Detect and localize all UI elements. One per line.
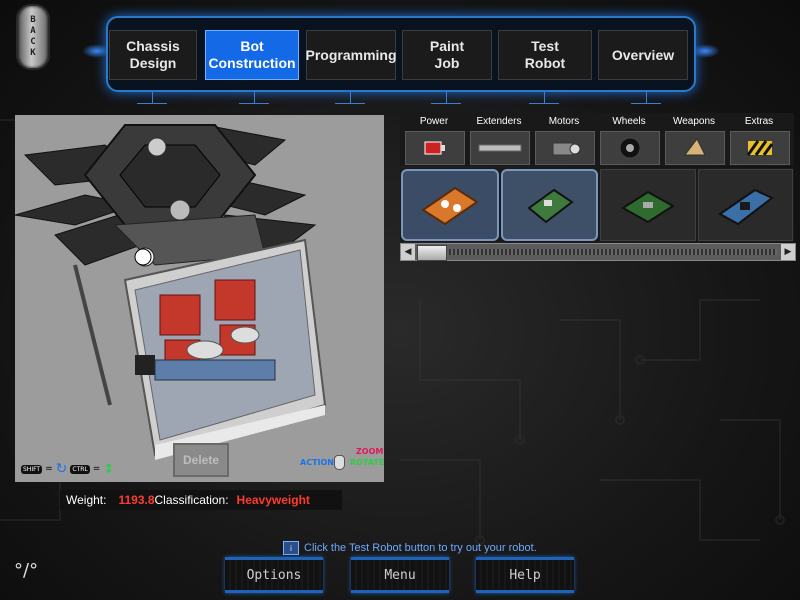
action-label: ACTION: [300, 458, 334, 467]
category-label: Power: [419, 116, 449, 127]
vertical-arrow-icon: ↕: [103, 461, 115, 477]
parts-item-list: [400, 168, 794, 242]
extender-bar-icon: [470, 131, 530, 165]
wheel-icon: [600, 131, 660, 165]
options-button[interactable]: Options: [225, 557, 323, 593]
weapon-icon: [665, 131, 725, 165]
hint-icon: i: [283, 541, 299, 555]
robot-viewport[interactable]: SHIFT = ↻ CTRL = ↕ Delete ZOOM ACTION RO…: [15, 115, 384, 482]
hint-text: Click the Test Robot button to try out y…: [304, 542, 537, 554]
category-extras[interactable]: Extras: [727, 113, 791, 166]
battery-icon: [405, 131, 465, 165]
nav-connector-foot: [431, 103, 461, 104]
back-button[interactable]: BACK: [16, 4, 50, 70]
mouse-icon: [334, 455, 345, 470]
part-orange-battery-pack[interactable]: [401, 169, 499, 241]
shift-key: SHIFT: [21, 464, 43, 474]
help-button[interactable]: Help: [476, 557, 574, 593]
status-hint: i Click the Test Robot button to try out…: [283, 541, 537, 555]
tab-bot-construction[interactable]: Bot Construction: [205, 30, 299, 80]
category-extenders[interactable]: Extenders: [467, 113, 531, 166]
part-green-circuit-board[interactable]: [500, 169, 598, 241]
rotate-label: ROTATE: [350, 458, 384, 467]
part-green-controller-board[interactable]: [600, 169, 696, 241]
nav-connector-foot: [137, 103, 167, 104]
category-power[interactable]: Power: [402, 113, 466, 166]
robot-stats: Weight: 1193.8 Classification: Heavyweig…: [60, 490, 342, 510]
scroll-right-arrow-icon[interactable]: ▶: [781, 244, 795, 260]
scroll-left-arrow-icon[interactable]: ◀: [401, 244, 415, 260]
category-wheels[interactable]: Wheels: [597, 113, 661, 166]
category-label: Weapons: [672, 116, 716, 127]
parts-category-bar: Power Extenders Motors Wheels Weapons Ex…: [400, 113, 794, 166]
classification-label: Classification:: [154, 493, 229, 507]
ctrl-key: CTRL: [70, 464, 90, 474]
classification-value: Heavyweight: [236, 493, 310, 507]
tab-overview[interactable]: Overview: [598, 30, 688, 80]
extras-icon: [730, 131, 790, 165]
tab-test-robot[interactable]: Test Robot: [498, 30, 592, 80]
zoom-label: ZOOM: [356, 447, 384, 456]
category-label: Motors: [548, 116, 580, 127]
scrollbar-track[interactable]: [449, 249, 777, 255]
menu-button[interactable]: Menu: [351, 557, 449, 593]
category-label: Extras: [744, 116, 774, 127]
nav-connector-foot: [529, 103, 559, 104]
nav-connector-foot: [239, 103, 269, 104]
nav-connector-foot: [631, 103, 661, 104]
part-blue-battery-cell[interactable]: [697, 169, 793, 241]
rotate-arrow-icon: ↻: [55, 461, 68, 477]
category-label: Wheels: [612, 116, 646, 127]
scrollbar-thumb[interactable]: [417, 245, 447, 261]
motor-icon: [535, 131, 595, 165]
delete-button[interactable]: Delete: [173, 443, 229, 477]
tab-chassis-design[interactable]: Chassis Design: [109, 30, 197, 80]
parts-scrollbar[interactable]: ◀ ▶: [400, 243, 796, 261]
weight-value: 1193.8: [118, 493, 155, 507]
rotate-key-hint: SHIFT = ↻ CTRL = ↕: [21, 461, 114, 477]
corner-logo-icon: °/°: [14, 560, 39, 581]
category-label: Extenders: [476, 116, 522, 127]
category-weapons[interactable]: Weapons: [662, 113, 726, 166]
robot-model[interactable]: [15, 115, 384, 482]
tab-paint-job[interactable]: Paint Job: [402, 30, 492, 80]
mouse-controls-hint: ZOOM ACTION ROTATE: [300, 447, 384, 479]
back-button-label: BACK: [28, 15, 38, 59]
weight-label: Weight:: [66, 493, 107, 507]
tab-programming[interactable]: Programming: [306, 30, 397, 80]
equals-sign: =: [45, 464, 53, 474]
equals-sign: =: [92, 464, 101, 474]
category-motors[interactable]: Motors: [532, 113, 596, 166]
nav-connector-foot: [335, 103, 365, 104]
